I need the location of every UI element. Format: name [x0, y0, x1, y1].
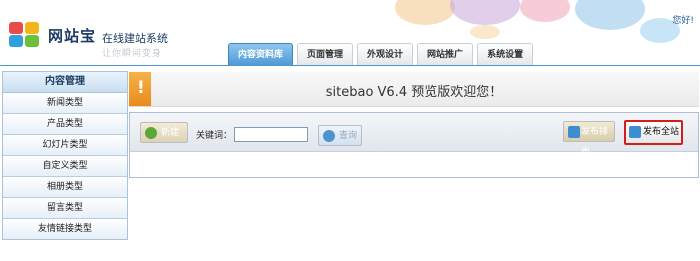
upload-icon [629, 126, 641, 138]
header: 网站宝 在线建站系统 让你瞬间变身 您好! 内容资料库 页面管理 外观设计 网站… [0, 0, 700, 66]
brand-slogan: 让你瞬间变身 [102, 49, 163, 59]
decor-splash [450, 0, 520, 25]
greeting-text: 您好! [672, 16, 694, 26]
tab-system-settings[interactable]: 系统设置 [477, 43, 534, 66]
upload-icon [568, 126, 580, 138]
tab-site-promotion[interactable]: 网站推广 [417, 43, 474, 66]
new-button-label: 新建 [161, 128, 180, 138]
keyword-label: 关键词： [196, 131, 233, 141]
query-button-label: 查询 [339, 131, 358, 141]
search-icon [323, 130, 335, 142]
sidebar-item-friendlink-type[interactable]: 友情链接类型 [3, 219, 127, 239]
decor-splash [575, 0, 645, 30]
header-divider [0, 65, 700, 66]
main-nav: 内容资料库 页面管理 外观设计 网站推广 系统设置 [228, 43, 537, 66]
decor-splash [470, 25, 500, 39]
brand-tagline: 在线建站系统 [102, 32, 168, 45]
sidebar-item-message-type[interactable]: 留言类型 [3, 198, 127, 219]
tab-page-management[interactable]: 页面管理 [297, 43, 354, 66]
sidebar-item-slideshow-type[interactable]: 幻灯片类型 [3, 135, 127, 156]
sidebar-item-custom-type[interactable]: 自定义类型 [3, 156, 127, 177]
sidebar-item-album-type[interactable]: 相册类型 [3, 177, 127, 198]
sidebar: 内容管理 新闻类型 产品类型 幻灯片类型 自定义类型 相册类型 留言类型 友情链… [2, 71, 128, 240]
logo [9, 22, 42, 48]
content-panel: 新建 关键词： 查询 发布排类 发布全站 [129, 112, 699, 178]
toolbar: 新建 关键词： 查询 发布排类 发布全站 [130, 113, 698, 158]
tab-appearance-design[interactable]: 外观设计 [357, 43, 414, 66]
plus-icon [145, 127, 157, 139]
publish-type-button[interactable]: 发布排类 [563, 121, 615, 158]
welcome-text: sitebao V6.4 预览版欢迎您！ [325, 85, 503, 100]
decor-splash [395, 0, 455, 25]
new-button[interactable]: 新建 [140, 122, 188, 143]
sidebar-title: 内容管理 [3, 72, 127, 93]
welcome-banner: ! sitebao V6.4 预览版欢迎您！ [129, 72, 699, 107]
publish-type-label: 发布排类 [581, 127, 609, 158]
tab-content-library[interactable]: 内容资料库 [228, 43, 294, 66]
publish-all-button[interactable]: 发布全站 [624, 120, 683, 145]
publish-all-label: 发布全站 [643, 127, 680, 137]
sidebar-item-news-type[interactable]: 新闻类型 [3, 93, 127, 114]
decor-splash [520, 0, 570, 22]
sidebar-item-product-type[interactable]: 产品类型 [3, 114, 127, 135]
keyword-input[interactable] [234, 127, 308, 142]
brand-name: 网站宝 [48, 27, 97, 45]
query-button[interactable]: 查询 [318, 125, 362, 146]
